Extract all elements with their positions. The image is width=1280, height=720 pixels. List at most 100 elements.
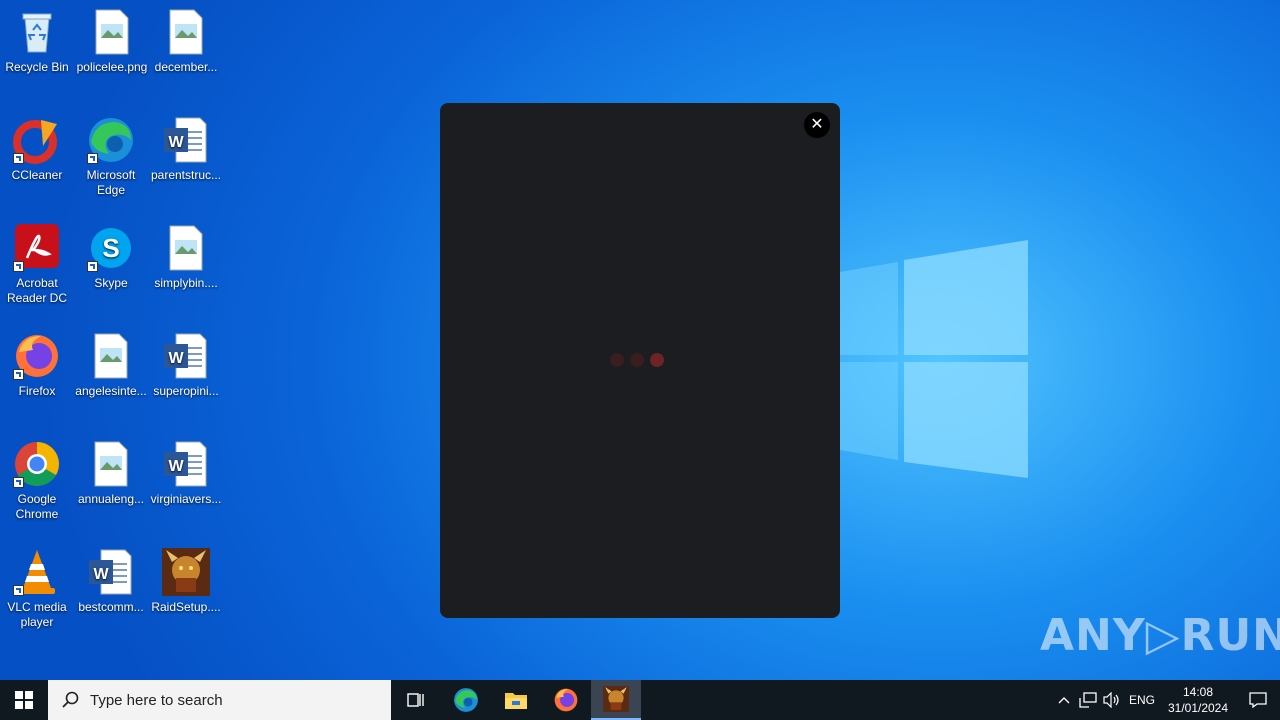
windows-wallpaper-logo [840,240,1028,478]
word-document-icon: W [162,332,210,380]
desktop-icon-label: parentstruc... [150,168,222,182]
taskbar-firefox-button[interactable] [541,680,591,720]
show-hidden-icons-button[interactable] [1052,680,1076,720]
desktop-icon-label: Skype [94,276,128,290]
language-indicator[interactable]: ENG [1124,680,1160,720]
desktop-icon-label: angelesinte... [75,384,147,398]
clock[interactable]: 14:08 31/01/2024 [1160,684,1236,716]
desktop-icon-label: superopini... [153,384,219,398]
loading-dialog: ✕ [440,103,840,618]
desktop-icon-acrobat[interactable]: Acrobat Reader DC [0,224,74,306]
notification-icon [1249,692,1267,708]
volume-button[interactable] [1100,680,1124,720]
clock-date: 31/01/2024 [1167,701,1229,715]
search-placeholder: Type here to search [90,691,223,709]
desktop-icon-firefox[interactable]: Firefox [0,332,74,399]
image-file-icon [87,332,135,380]
shortcut-arrow-icon [13,477,24,488]
edge-icon [454,688,478,712]
desktop-icon-label: policelee.png [76,60,148,74]
word-document-icon: W [162,116,210,164]
recycle-bin-icon [13,8,61,56]
desktop-icon-label: Firefox [18,384,56,398]
taskbar: Type here to search ENG 14:08 31/01/2024 [0,680,1280,720]
desktop-icon-word-doc[interactable]: W superopini... [149,332,223,399]
action-center-button[interactable] [1236,680,1280,720]
svg-text:W: W [168,458,184,475]
desktop-icon-label: annualeng... [77,492,145,506]
search-icon [62,691,79,708]
desktop-icon-image-file[interactable]: annualeng... [74,440,148,507]
word-document-icon: W [162,440,210,488]
edge-icon [87,116,135,164]
desktop-icon-label: virginiavers... [150,492,222,506]
desktop-icon-vlc[interactable]: VLC media player [0,548,74,630]
svg-text:S: S [102,233,119,263]
shortcut-arrow-icon [13,153,24,164]
desktop-icon-raid-setup[interactable]: RaidSetup.... [149,548,223,615]
shortcut-arrow-icon [13,369,24,380]
folder-icon [505,693,527,709]
desktop-icon-skype[interactable]: S Skype [74,224,148,291]
desktop-icon-image-file[interactable]: simplybin.... [149,224,223,291]
raid-game-icon [162,548,210,596]
taskbar-search-box[interactable]: Type here to search [48,680,391,720]
svg-text:W: W [168,134,184,151]
desktop-icon-label: Acrobat Reader DC [6,276,68,305]
loading-dot [650,353,664,367]
raid-game-icon [603,686,629,712]
task-view-icon [407,693,424,707]
svg-text:W: W [168,350,184,367]
desktop-icon-ccleaner[interactable]: CCleaner [0,116,74,183]
system-tray: ENG 14:08 31/01/2024 [1052,680,1280,720]
desktop-icon-recycle-bin[interactable]: Recycle Bin [0,8,74,75]
taskbar-edge-button[interactable] [441,680,491,720]
clock-time: 14:08 [1182,685,1214,699]
firefox-icon [554,688,578,712]
vlc-cone-icon [13,548,61,596]
task-view-button[interactable] [391,680,441,720]
loading-dot [630,353,644,367]
start-button[interactable] [0,680,48,720]
desktop-icon-word-doc[interactable]: W virginiavers... [149,440,223,507]
network-icon [1079,692,1097,708]
desktop-icon-label: bestcomm... [78,600,144,614]
desktop-icon-label: Google Chrome [15,492,59,521]
desktop-icon-label: VLC media player [7,600,67,629]
image-file-icon [88,8,136,56]
firefox-icon [13,332,61,380]
acrobat-icon [13,224,61,272]
desktop-icon-label: december... [154,60,218,74]
network-button[interactable] [1076,680,1100,720]
image-file-icon [87,440,135,488]
desktop-icon-chrome[interactable]: Google Chrome [0,440,74,522]
image-file-icon [162,8,210,56]
desktop-icon-label: Microsoft Edge [86,168,136,197]
shortcut-arrow-icon [87,153,98,164]
desktop-icon-image-file[interactable]: policelee.png [75,8,149,75]
chrome-icon [13,440,61,488]
taskbar-raid-setup-button[interactable] [591,680,641,720]
taskbar-file-explorer-button[interactable] [491,680,541,720]
ccleaner-icon [13,116,61,164]
shortcut-arrow-icon [13,261,24,272]
shortcut-arrow-icon [87,261,98,272]
desktop-icon-word-doc[interactable]: W parentstruc... [149,116,223,183]
loading-spinner [610,353,670,367]
desktop-icon-word-doc[interactable]: W bestcomm... [74,548,148,615]
desktop-icon-label: Recycle Bin [5,60,69,74]
desktop-icon-label: RaidSetup.... [151,600,221,614]
close-icon[interactable]: ✕ [804,112,830,138]
desktop-icon-image-file[interactable]: angelesinte... [74,332,148,399]
desktop-icon-edge[interactable]: Microsoft Edge [74,116,148,198]
anyrun-watermark-logo: ANY▷RUN [1040,610,1280,661]
shortcut-arrow-icon [13,585,24,596]
desktop-icon-label: CCleaner [11,168,63,182]
loading-dot [610,353,624,367]
skype-icon: S [87,224,135,272]
desktop-icon-image-file[interactable]: december... [149,8,223,75]
desktop-icon-label: simplybin.... [154,276,218,290]
windows-start-icon [15,691,33,709]
word-document-icon: W [87,548,135,596]
svg-text:W: W [93,566,109,583]
